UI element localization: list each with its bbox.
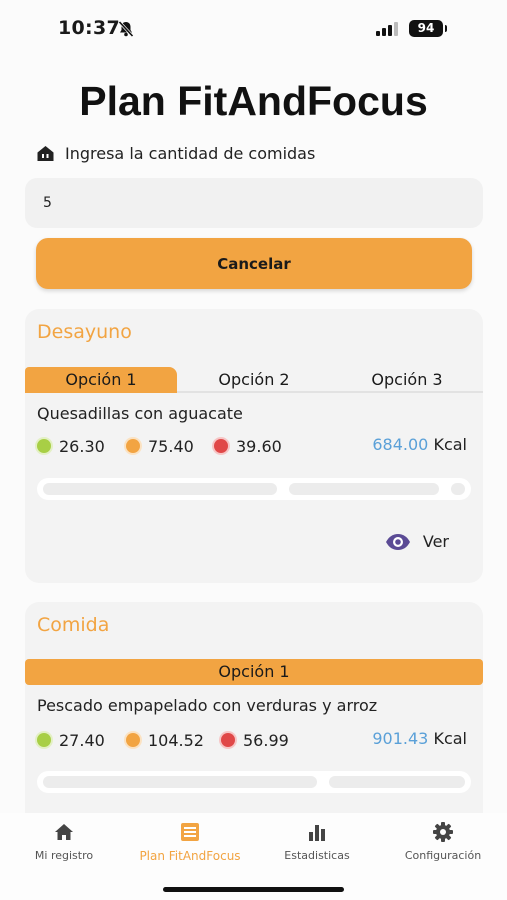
tab-option-3[interactable]: Opción 3	[331, 367, 483, 393]
macro-row: 27.40 104.52 56.99 901.43 Kcal	[37, 729, 473, 751]
page-title: Plan FitAndFocus	[79, 78, 428, 124]
kcal-total: 901.43 Kcal	[372, 729, 467, 748]
signal-icon	[376, 22, 398, 36]
nav-label: Configuración	[404, 849, 482, 862]
nav-label: Mi registro	[34, 849, 94, 862]
kcal-total: 684.00 Kcal	[372, 435, 467, 454]
meal-title: Comida	[37, 614, 110, 636]
bell-muted-icon	[118, 20, 134, 38]
list-icon	[181, 823, 199, 841]
ingredients-placeholder	[37, 478, 471, 500]
nav-item-mi-registro[interactable]: Mi registro	[4, 821, 124, 862]
kcal-value: 901.43	[372, 729, 429, 748]
placeholder-pill	[43, 776, 317, 788]
nav-label: Plan FitAndFocus	[139, 849, 241, 863]
meal-card-comida: Comida Opción 1 Pescado empapelado con v…	[25, 602, 483, 814]
view-label: Ver	[422, 532, 449, 551]
macro-carbs: 75.40	[126, 435, 194, 457]
carbs-dot-icon	[126, 439, 140, 453]
fat-dot-icon	[221, 733, 235, 747]
protein-value: 27.40	[59, 730, 105, 750]
view-button[interactable]: Ver	[385, 532, 449, 551]
dish-name: Pescado empapelado con verduras y arroz	[37, 696, 378, 715]
meal-option-tabs: Opción 1 Opción 2 Opción 3	[25, 367, 483, 393]
carbs-dot-icon	[126, 733, 140, 747]
home-indicator	[163, 887, 344, 892]
macro-row: 26.30 75.40 39.60 684.00 Kcal	[37, 435, 473, 457]
protein-value: 26.30	[59, 436, 105, 456]
gear-icon	[433, 822, 453, 842]
macro-protein: 26.30	[37, 435, 105, 457]
status-bar: 10:37 94	[0, 0, 507, 58]
macro-carbs: 104.52	[126, 729, 204, 751]
fat-dot-icon	[214, 439, 228, 453]
carbs-value: 75.40	[148, 436, 194, 456]
status-time: 10:37	[58, 17, 120, 39]
bar-chart-icon	[309, 825, 325, 841]
dish-name: Quesadillas con aguacate	[37, 404, 243, 423]
qty-label: Ingresa la cantidad de comidas	[65, 143, 316, 163]
carbs-value: 104.52	[148, 730, 204, 750]
tab-option-1[interactable]: Opción 1	[25, 659, 483, 685]
house-icon	[37, 145, 54, 161]
protein-dot-icon	[37, 733, 51, 747]
nav-item-configuracion[interactable]: Configuración	[383, 821, 503, 862]
fat-value: 39.60	[236, 436, 282, 456]
macro-fat: 56.99	[221, 729, 289, 751]
placeholder-pill	[43, 483, 277, 495]
kcal-value: 684.00	[372, 435, 429, 454]
screen: 10:37 94 Plan FitAndFocus Ingresa la can…	[0, 0, 507, 900]
ingredients-placeholder	[37, 771, 471, 793]
meal-title: Desayuno	[37, 321, 132, 343]
placeholder-pill	[329, 776, 465, 788]
plan-scroll-area[interactable]: Ingresa la cantidad de comidas Cancelar …	[0, 132, 507, 814]
nav-item-plan[interactable]: Plan FitAndFocus	[130, 821, 250, 863]
tab-option-2[interactable]: Opción 2	[177, 367, 331, 393]
macro-protein: 27.40	[37, 729, 105, 751]
home-icon	[55, 824, 73, 840]
kcal-unit: Kcal	[433, 435, 467, 454]
macro-fat: 39.60	[214, 435, 282, 457]
meal-option-tabs: Opción 1	[25, 659, 483, 685]
meal-count-input[interactable]	[25, 178, 483, 228]
fat-value: 56.99	[243, 730, 289, 750]
kcal-unit: Kcal	[433, 729, 467, 748]
placeholder-pill	[289, 483, 439, 495]
placeholder-pill	[451, 483, 465, 495]
battery-indicator: 94	[409, 20, 443, 37]
battery-tip	[445, 25, 447, 32]
cancel-button[interactable]: Cancelar	[36, 238, 472, 289]
meal-card-desayuno: Desayuno Opción 1 Opción 2 Opción 3 Ques…	[25, 309, 483, 583]
nav-label: Estadisticas	[284, 849, 350, 862]
protein-dot-icon	[37, 439, 51, 453]
nav-item-estadisticas[interactable]: Estadisticas	[257, 821, 377, 862]
eye-icon	[385, 533, 410, 550]
tab-option-1[interactable]: Opción 1	[25, 367, 177, 393]
qty-label-row: Ingresa la cantidad de comidas	[36, 142, 315, 164]
